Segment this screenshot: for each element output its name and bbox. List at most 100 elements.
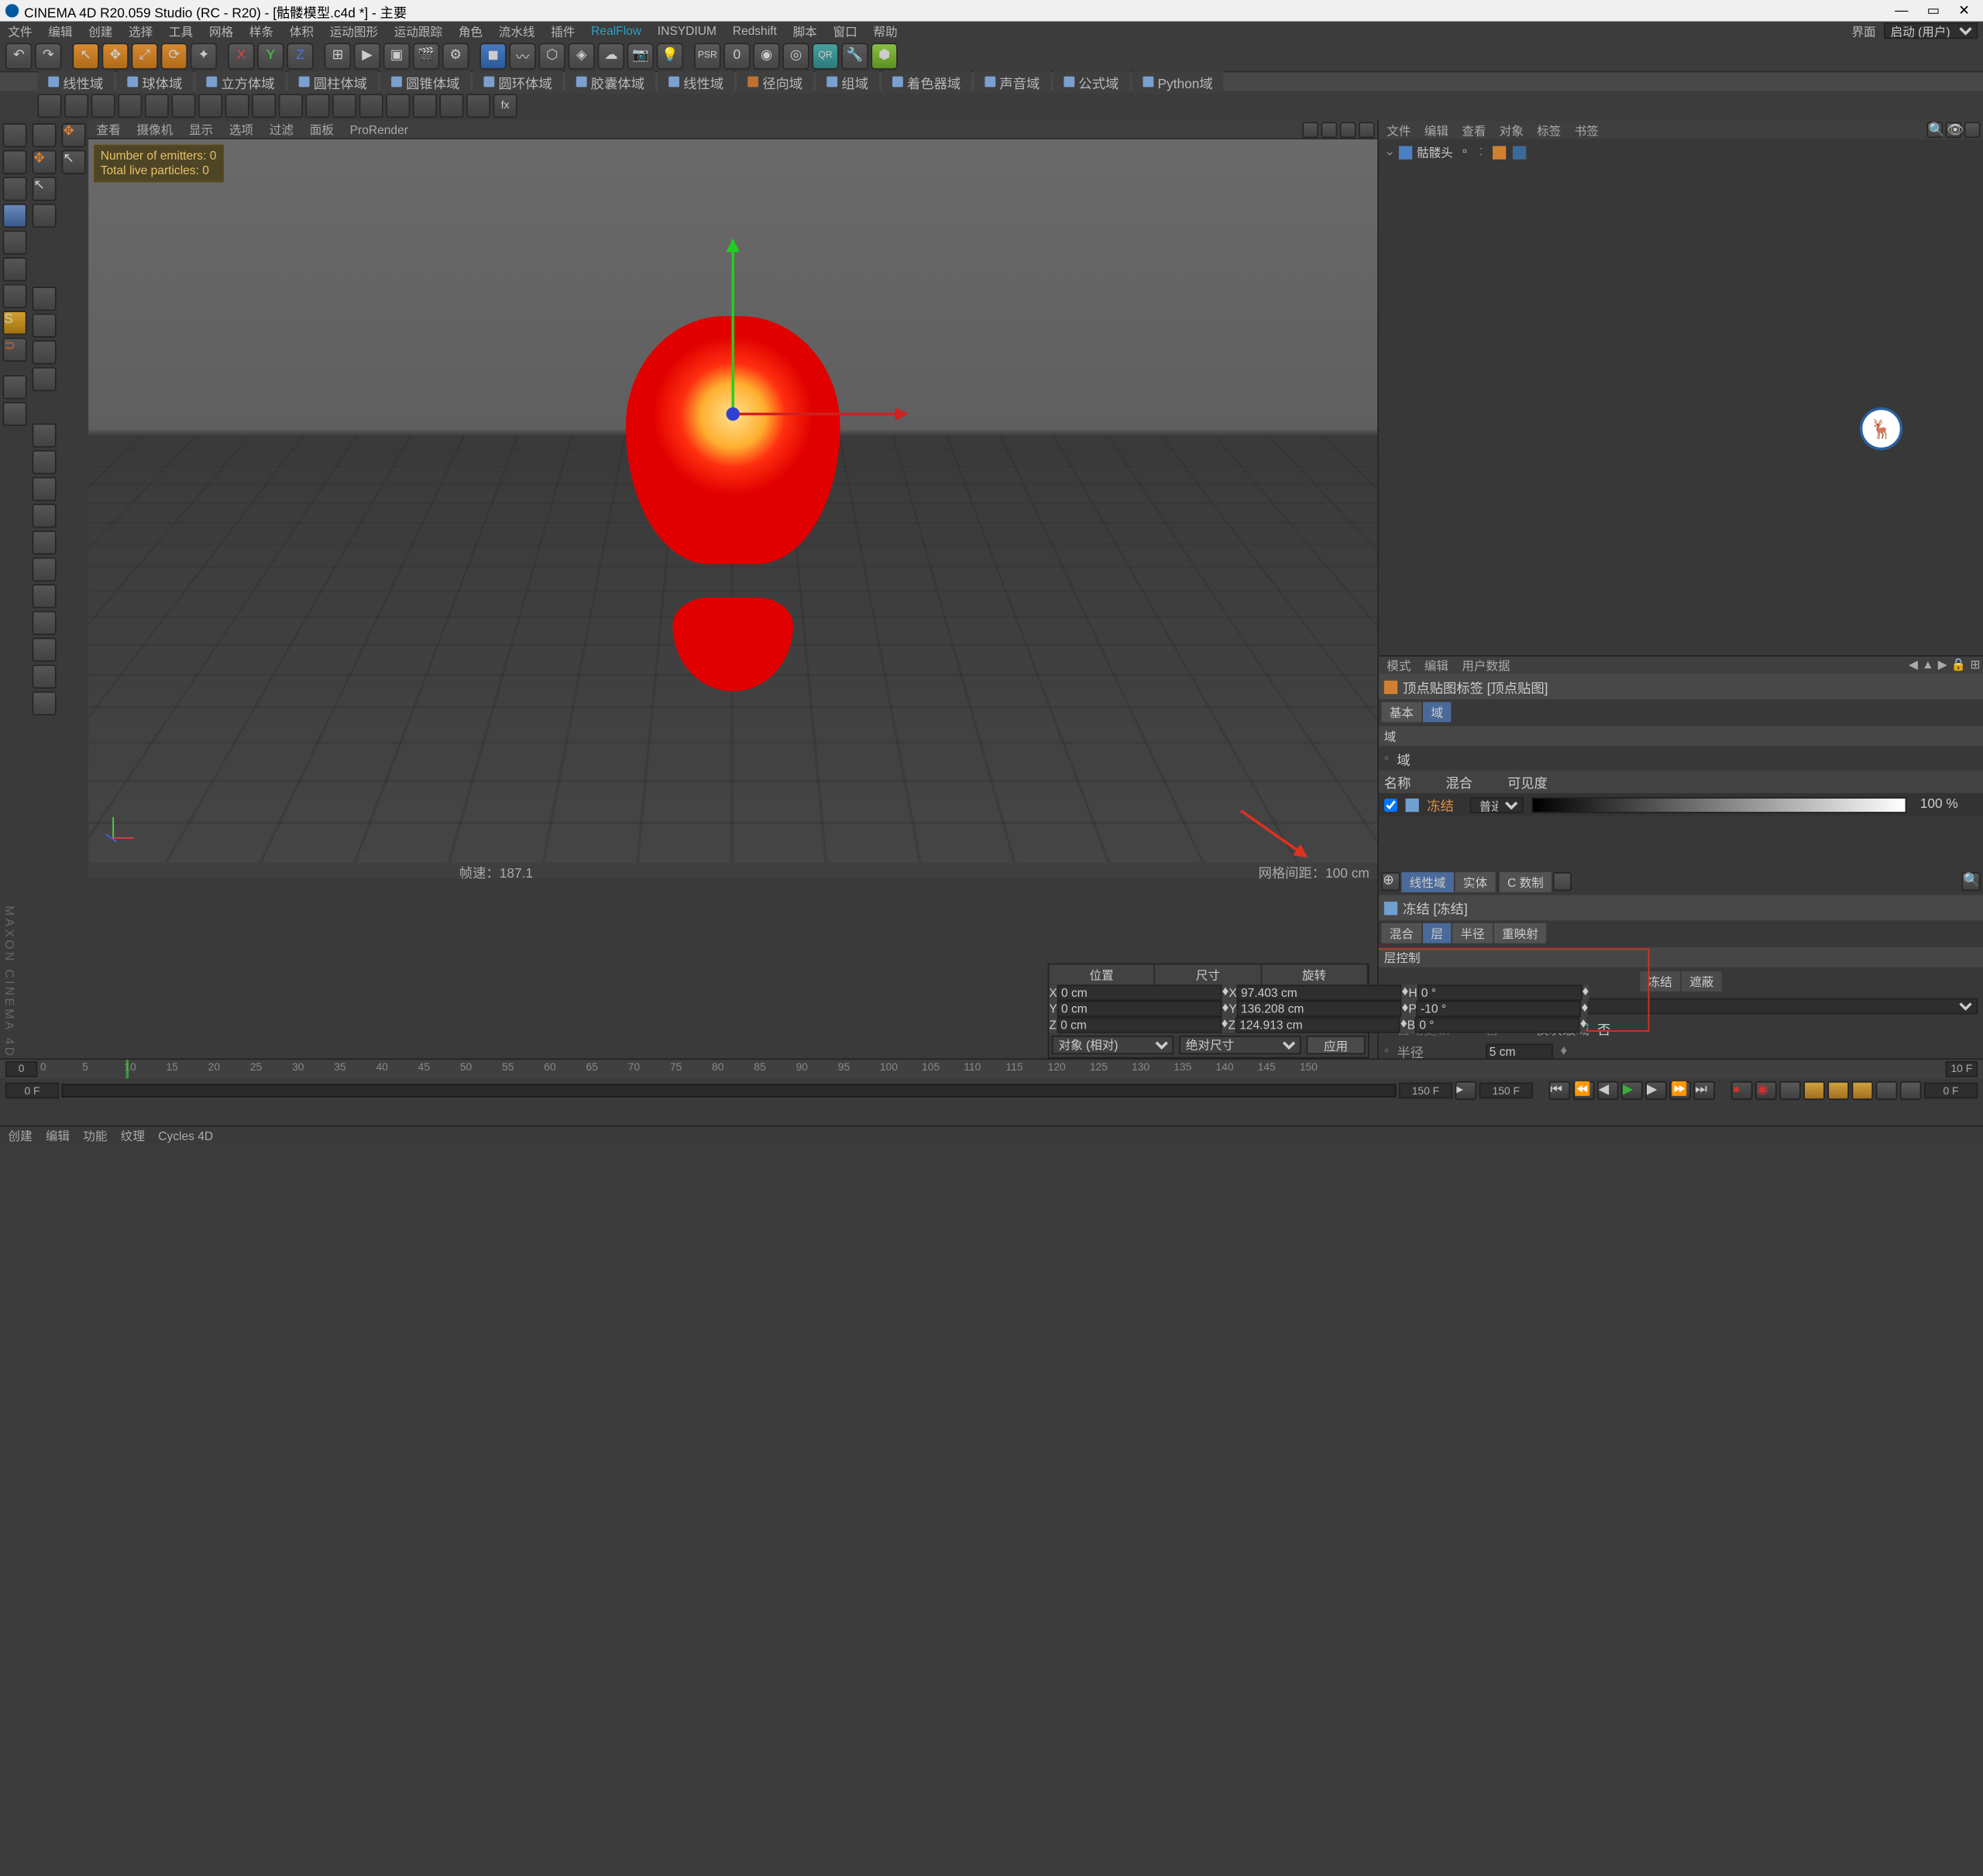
ftab-linear[interactable]: 线性域 bbox=[1401, 872, 1453, 892]
select-icon[interactable]: ↖ bbox=[72, 42, 99, 69]
add-cube-icon[interactable]: ◼ bbox=[479, 42, 507, 69]
fsearch-icon[interactable]: 🔍 bbox=[1961, 872, 1980, 891]
ftab-layer[interactable]: 层 bbox=[1423, 923, 1451, 943]
rot-p[interactable] bbox=[1417, 1001, 1582, 1017]
rot-b[interactable] bbox=[1415, 1017, 1580, 1033]
apply-button[interactable]: 应用 bbox=[1306, 1036, 1365, 1054]
stool-7[interactable] bbox=[198, 94, 222, 118]
zero-icon[interactable]: 0 bbox=[723, 42, 751, 69]
tab-sphere[interactable]: 球体域 bbox=[116, 70, 193, 93]
am-edit[interactable]: 编辑 bbox=[1425, 657, 1449, 674]
stool-11[interactable] bbox=[305, 94, 329, 118]
tab-linear2[interactable]: 线性域 bbox=[658, 70, 734, 93]
point-mode-icon[interactable] bbox=[2, 204, 26, 228]
tab-cube[interactable]: 立方体域 bbox=[196, 70, 286, 93]
layout-select[interactable]: 启动 (用户) bbox=[1884, 22, 1978, 39]
poly-mode-icon[interactable] bbox=[2, 257, 26, 281]
grid2-icon[interactable] bbox=[33, 314, 57, 338]
object-row[interactable]: ⌄ 骷髅头 ▫ : bbox=[1384, 142, 1978, 162]
tab-cone[interactable]: 圆锥体域 bbox=[380, 70, 470, 93]
add-deformer-icon[interactable]: ◈ bbox=[568, 42, 595, 69]
coord-space-select[interactable]: 对象 (相对) bbox=[1052, 1036, 1174, 1054]
ftab-solid[interactable]: 实体 bbox=[1455, 872, 1496, 892]
ftab-radius[interactable]: 半径 bbox=[1452, 923, 1493, 943]
magnet-icon[interactable]: ⊃ bbox=[2, 338, 26, 362]
rotate-icon[interactable]: ⟳ bbox=[161, 42, 188, 69]
timeline-ruler[interactable]: 0 10 F 051015202530354045505560657075808… bbox=[0, 1060, 1983, 1078]
menu-tracker[interactable]: 运动跟踪 bbox=[394, 22, 442, 40]
size-z[interactable] bbox=[1236, 1017, 1400, 1033]
nav-lock-icon[interactable]: 🔒 bbox=[1951, 658, 1966, 672]
grid4-icon[interactable] bbox=[33, 367, 57, 391]
om-edit[interactable]: 编辑 bbox=[1425, 122, 1449, 139]
plugin3-icon[interactable]: 🔧 bbox=[841, 42, 868, 69]
phong-tag-icon[interactable] bbox=[1512, 146, 1525, 159]
axis-mode-icon[interactable] bbox=[2, 284, 26, 308]
size-y[interactable] bbox=[1237, 1001, 1402, 1017]
t11-icon[interactable] bbox=[33, 692, 57, 716]
mt-func[interactable]: 功能 bbox=[83, 1127, 107, 1144]
menu-file[interactable]: 文件 bbox=[8, 22, 32, 40]
render-pv-icon[interactable]: 🎬 bbox=[413, 42, 440, 69]
t4-icon[interactable] bbox=[33, 503, 57, 527]
om-object[interactable]: 对象 bbox=[1500, 122, 1524, 139]
frame-start[interactable]: 0 F bbox=[5, 1083, 59, 1099]
tab-cylinder[interactable]: 圆柱体域 bbox=[288, 70, 378, 93]
axis-z-icon[interactable]: Z bbox=[287, 42, 314, 69]
tab-radial[interactable]: 径向域 bbox=[737, 70, 813, 93]
t6-icon[interactable] bbox=[33, 558, 57, 582]
tab-capsule[interactable]: 胶囊体域 bbox=[565, 70, 655, 93]
axis-x-icon[interactable] bbox=[733, 413, 907, 415]
minimize-icon[interactable]: — bbox=[1895, 3, 1908, 18]
render-region-icon[interactable]: ▣ bbox=[383, 42, 411, 69]
menu-help[interactable]: 帮助 bbox=[873, 22, 897, 40]
stool-2[interactable] bbox=[64, 94, 88, 118]
viewport[interactable]: Number of emitters: 0 Total live particl… bbox=[88, 139, 1377, 863]
vp-op1-icon[interactable] bbox=[1302, 122, 1318, 138]
plugin4-icon[interactable]: ⬢ bbox=[871, 42, 898, 69]
menu-realflow[interactable]: RealFlow bbox=[591, 24, 641, 37]
t8-icon[interactable] bbox=[33, 611, 57, 635]
menu-mesh[interactable]: 网格 bbox=[209, 22, 233, 40]
opacity-slider[interactable] bbox=[1531, 796, 1906, 813]
t1-icon[interactable] bbox=[33, 424, 57, 448]
stool-10[interactable] bbox=[279, 94, 303, 118]
stool-15[interactable] bbox=[413, 94, 437, 118]
add-light-icon[interactable]: 💡 bbox=[657, 42, 684, 69]
vm-camera[interactable]: 摄像机 bbox=[136, 121, 173, 138]
field-enable-check[interactable] bbox=[1384, 798, 1397, 811]
menu-edit[interactable]: 编辑 bbox=[48, 22, 72, 40]
rot-h[interactable] bbox=[1418, 984, 1583, 1001]
range-slider[interactable] bbox=[62, 1084, 1397, 1097]
stool-1[interactable] bbox=[37, 94, 61, 118]
spinner-icon[interactable]: ♦ bbox=[1560, 1043, 1567, 1058]
arrow-icon[interactable]: ↖ bbox=[33, 177, 57, 201]
tab-linear[interactable]: 线性域 bbox=[37, 70, 114, 93]
object-tree[interactable]: ⌄ 骷髅头 ▫ : 🦌 bbox=[1379, 139, 1983, 655]
menu-insydium[interactable]: INSYDIUM bbox=[658, 24, 717, 37]
grid3-icon[interactable] bbox=[33, 340, 57, 364]
flist-icon[interactable] bbox=[1553, 872, 1572, 891]
menu-spline[interactable]: 样条 bbox=[249, 22, 273, 40]
stool-9[interactable] bbox=[252, 94, 276, 118]
vm-options[interactable]: 选项 bbox=[229, 121, 253, 138]
stool-6[interactable] bbox=[171, 94, 195, 118]
iso-icon[interactable] bbox=[2, 402, 26, 426]
menu-select[interactable]: 选择 bbox=[129, 22, 153, 40]
vp-op4-icon[interactable] bbox=[1359, 122, 1375, 138]
mt-create[interactable]: 创建 bbox=[8, 1127, 32, 1144]
add-camera-icon[interactable]: 📷 bbox=[627, 42, 655, 69]
model-mode-icon[interactable] bbox=[2, 123, 26, 147]
qr-icon[interactable]: QR bbox=[812, 42, 839, 69]
edge-mode-icon[interactable] bbox=[2, 231, 26, 255]
om-tags[interactable]: 标签 bbox=[1537, 122, 1561, 139]
vp-nav2-icon[interactable]: ↖ bbox=[62, 150, 86, 174]
add-environment-icon[interactable]: ☁ bbox=[597, 42, 624, 69]
vp-op2-icon[interactable] bbox=[1321, 122, 1338, 138]
move-icon[interactable]: ✥ bbox=[101, 42, 129, 69]
pos-z[interactable] bbox=[1057, 1017, 1222, 1033]
vm-panel[interactable]: 面板 bbox=[310, 121, 334, 138]
t5-icon[interactable] bbox=[33, 531, 57, 555]
stool-17[interactable] bbox=[466, 94, 490, 118]
brush-icon[interactable] bbox=[33, 204, 57, 228]
